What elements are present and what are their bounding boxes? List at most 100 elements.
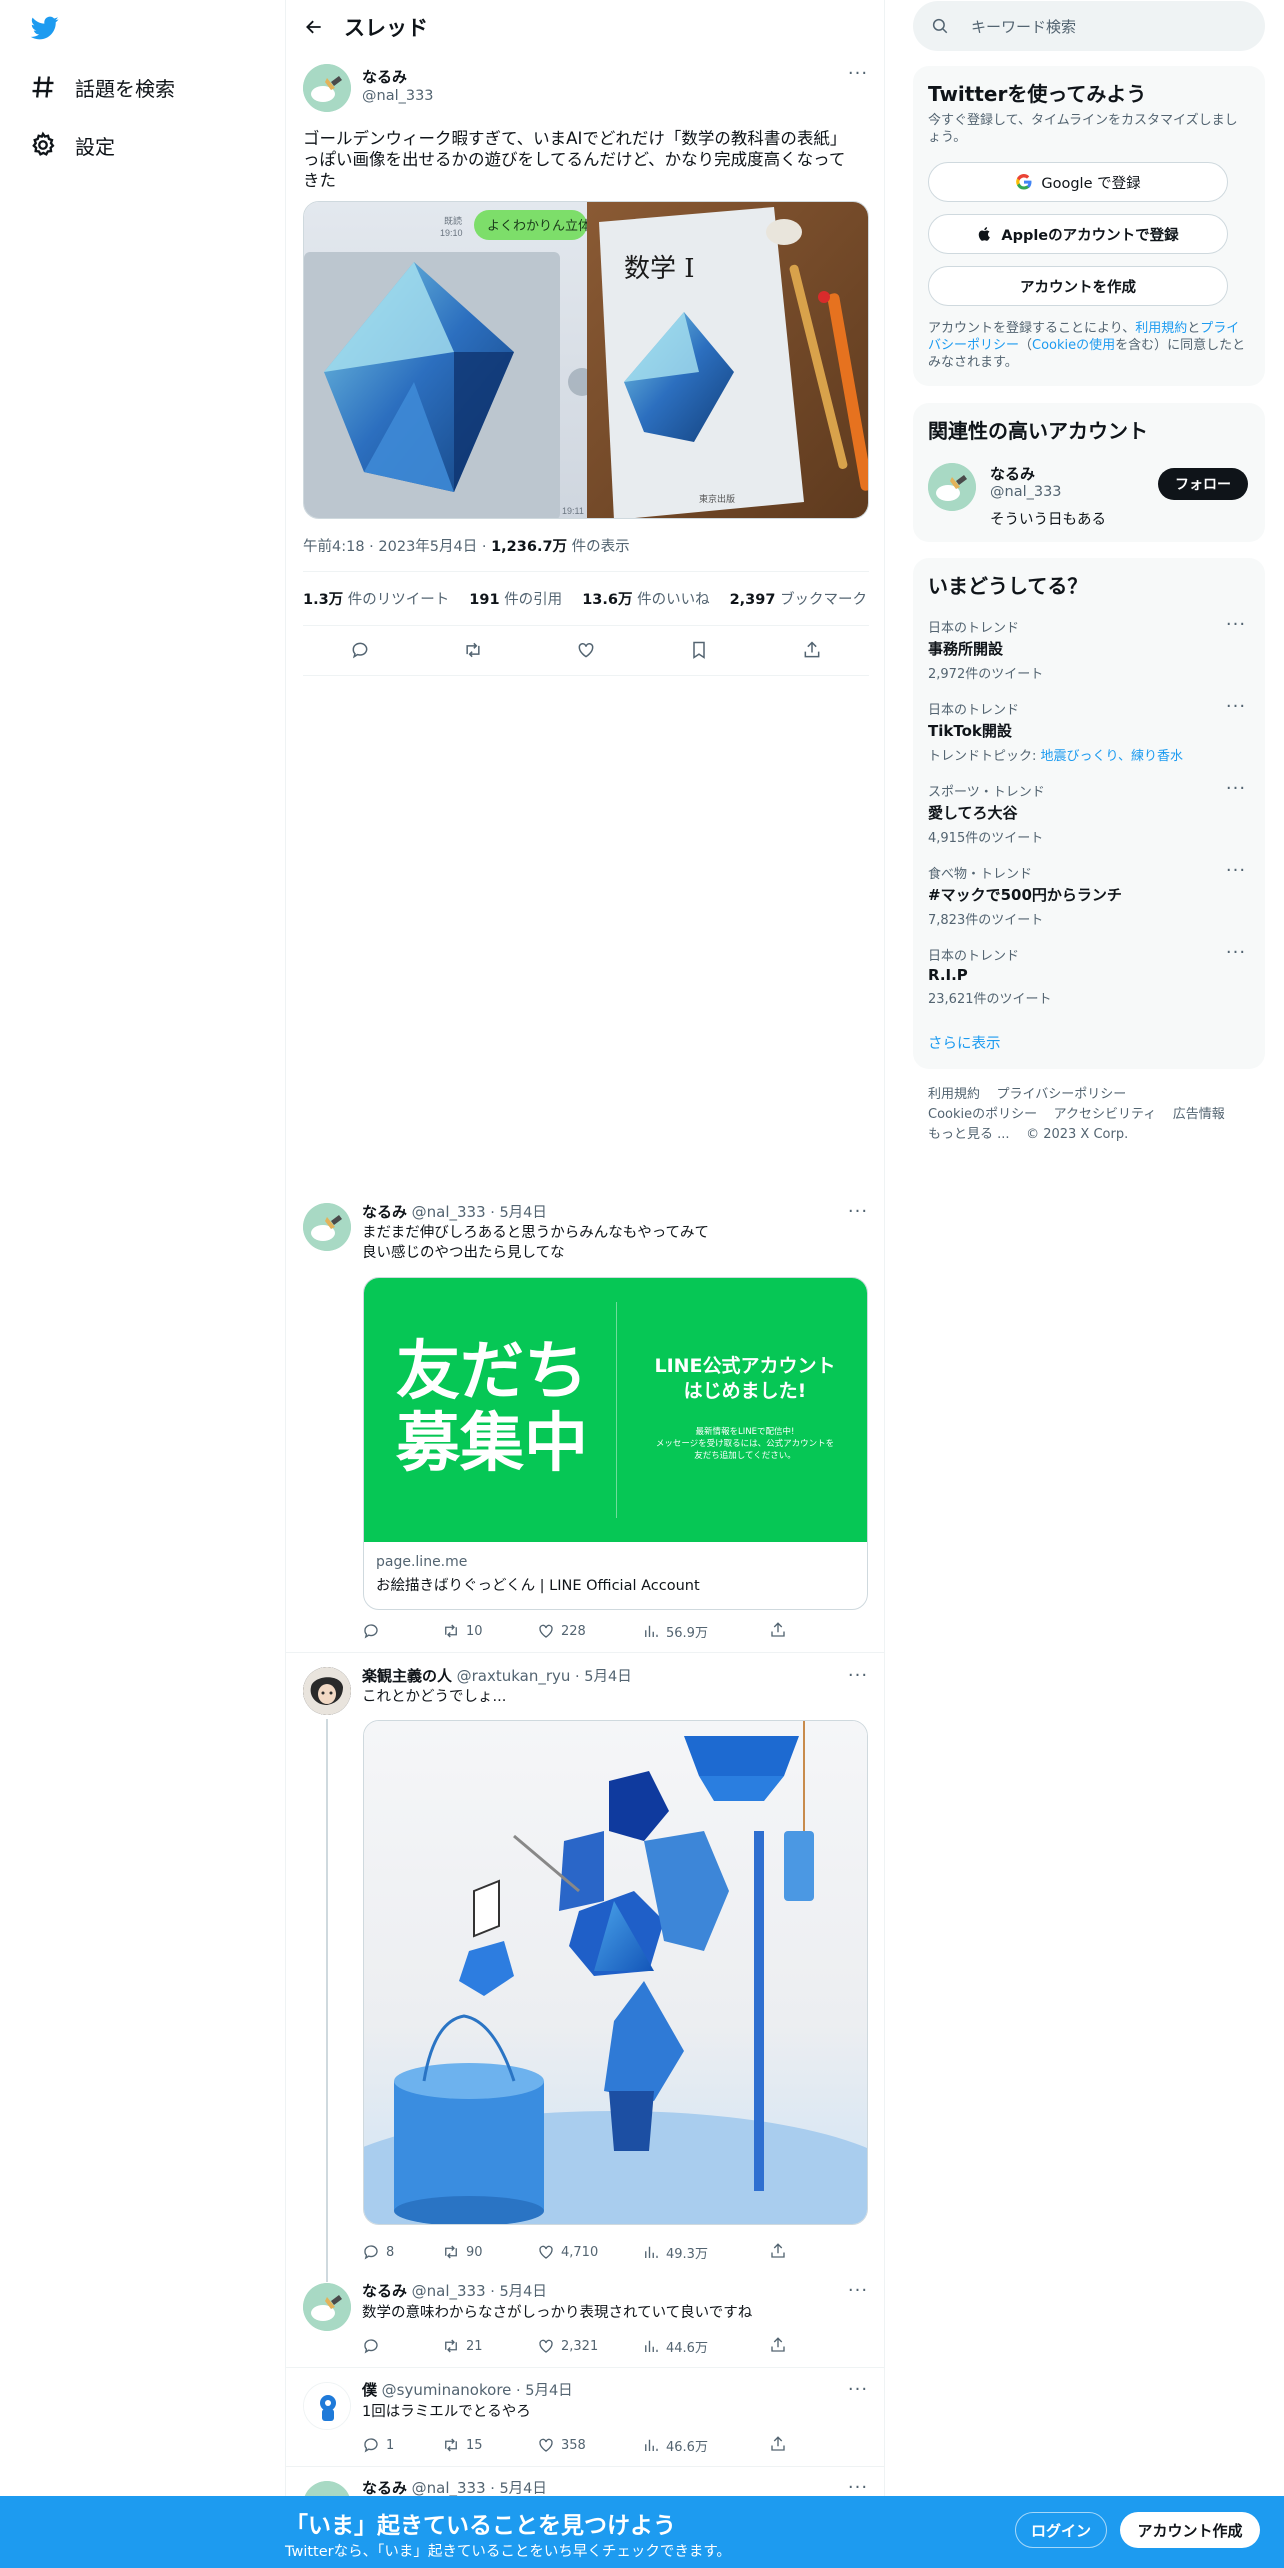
trend-item[interactable]: スポーツ・トレンド 愛してろ大谷 4,915件のツイート ···	[928, 780, 1248, 847]
divider	[303, 625, 869, 626]
terms-link[interactable]: 利用規約	[1135, 321, 1187, 336]
create-account-button[interactable]: アカウントを作成	[928, 266, 1228, 306]
relevant-name[interactable]: なるみ	[990, 463, 1035, 484]
footer-privacy-link[interactable]: プライバシーポリシー	[997, 1087, 1127, 1102]
trend-item[interactable]: 日本のトレンド R.I.P 23,621件のツイート ···	[928, 944, 1248, 1008]
reply-author-name[interactable]: 楽観主義の人	[362, 1667, 452, 1685]
link-card[interactable]: 友だち 募集中 LINE公式アカウント はじめました! 最新情報をLINEで配信…	[363, 1277, 868, 1610]
footer-ads-link[interactable]: 広告情報	[1173, 1107, 1225, 1122]
follow-button[interactable]: フォロー	[1158, 468, 1248, 500]
tweet-media[interactable]: よくわかりん立体 既読 19:10 19:11 数学 I 東京出版	[303, 201, 869, 519]
reply-date[interactable]: 5月4日	[525, 2383, 572, 2399]
reply-date[interactable]: 5月4日	[499, 2284, 546, 2300]
reply-author-name[interactable]: なるみ	[362, 2282, 407, 2300]
retweet-button[interactable]: 90	[442, 2243, 537, 2261]
search-input[interactable]: キーワード検索	[913, 1, 1265, 51]
quotes-stat[interactable]: 191 件の引用	[469, 588, 562, 609]
like-button[interactable]: 2,321	[537, 2337, 642, 2355]
trend-item[interactable]: 食べ物・トレンド #マックで500円からランチ 7,823件のツイート ···	[928, 862, 1248, 929]
more-options-icon[interactable]: ···	[846, 2282, 870, 2305]
more-options-icon[interactable]: ···	[846, 2381, 870, 2404]
reply-date[interactable]: 5月4日	[499, 2481, 546, 2497]
tweet-date[interactable]: 2023年5月4日	[378, 539, 477, 555]
reply-button[interactable]	[362, 1622, 442, 1640]
like-button[interactable]: 358	[537, 2436, 642, 2454]
footer-more-link[interactable]: もっと見る ...	[928, 1127, 1010, 1142]
likes-stat[interactable]: 13.6万 件のいいね	[582, 588, 709, 609]
share-icon[interactable]	[769, 2336, 787, 2354]
apple-signup-button[interactable]: Appleのアカウントで登録	[928, 214, 1228, 254]
trend-item[interactable]: 日本のトレンド TikTok開設 トレンドトピック: 地震びっくり、練り香水 ·…	[928, 698, 1248, 765]
show-more-link[interactable]: さらに表示	[928, 1032, 1001, 1053]
retweet-icon[interactable]	[463, 640, 483, 660]
like-button[interactable]: 228	[537, 1622, 642, 1640]
more-options-icon[interactable]: ···	[1224, 616, 1248, 639]
footer-terms-link[interactable]: 利用規約	[928, 1087, 980, 1102]
twitter-logo-icon[interactable]	[29, 14, 61, 42]
more-options-icon[interactable]: ···	[1224, 698, 1248, 721]
reply-author-handle[interactable]: @syuminanokore	[382, 2381, 512, 2399]
reply-icon[interactable]	[350, 640, 370, 660]
more-options-icon[interactable]: ···	[846, 65, 870, 88]
avatar[interactable]	[303, 2382, 351, 2430]
avatar[interactable]	[303, 64, 351, 112]
views-button[interactable]: 56.9万	[642, 1622, 762, 1641]
reply-author-handle[interactable]: @nal_333	[412, 2282, 486, 2300]
avatar[interactable]	[303, 1203, 351, 1251]
trend-topic-link[interactable]: 地震びっくり、練り香水	[1041, 749, 1183, 764]
share-icon[interactable]	[769, 2435, 787, 2453]
reply-author-name[interactable]: なるみ	[362, 1203, 407, 1221]
avatar[interactable]	[928, 463, 976, 511]
signup-button[interactable]: アカウント作成	[1120, 2512, 1260, 2548]
reply-icon	[364, 1624, 378, 1639]
tweet-text-line: ゴールデンウィーク暇すぎて、いまAIでどれだけ「数学の教科書の表紙」	[303, 129, 847, 148]
cookie-link[interactable]: Cookieの使用	[1032, 338, 1115, 353]
more-options-icon[interactable]: ···	[1224, 944, 1248, 967]
author-name[interactable]: なるみ	[362, 66, 407, 87]
more-options-icon[interactable]: ···	[1224, 780, 1248, 803]
relevant-handle[interactable]: @nal_333	[990, 484, 1062, 500]
bookmarks-stat[interactable]: 2,397 ブックマーク	[730, 588, 867, 609]
share-icon[interactable]	[802, 640, 822, 660]
avatar[interactable]	[303, 1667, 351, 1715]
views-button[interactable]: 49.3万	[642, 2243, 762, 2262]
retweet-button[interactable]: 21	[442, 2337, 537, 2355]
more-options-icon[interactable]: ···	[846, 1667, 870, 1690]
footer-accessibility-link[interactable]: アクセシビリティ	[1054, 1107, 1157, 1122]
back-arrow-icon[interactable]	[286, 17, 342, 37]
views-button[interactable]: 44.6万	[642, 2337, 762, 2356]
retweet-button[interactable]: 15	[442, 2436, 537, 2454]
nav-explore[interactable]: 話題を検索	[29, 65, 175, 109]
views-button[interactable]: 46.6万	[642, 2436, 762, 2455]
reply-date[interactable]: 5月4日	[499, 1205, 546, 1221]
reply-author-name[interactable]: 僕	[362, 2381, 377, 2399]
tweet-time[interactable]: 午前4:18	[303, 539, 365, 555]
reply-date[interactable]: 5月4日	[584, 1669, 631, 1685]
reply-button[interactable]: 8	[362, 2243, 442, 2261]
like-icon[interactable]	[576, 640, 596, 660]
bookmark-icon[interactable]	[689, 640, 709, 660]
nav-settings-label: 設定	[75, 134, 115, 159]
center-column: スレッド なるみ @nal_333 ··· ゴールデンウィーク暇すぎて、いまAI…	[285, 0, 885, 2568]
login-button[interactable]: ログイン	[1015, 2512, 1107, 2548]
google-signup-button[interactable]: Google で登録	[928, 162, 1228, 202]
share-icon[interactable]	[769, 2242, 787, 2260]
reply-media[interactable]	[363, 1720, 868, 2225]
retweet-button[interactable]: 10	[442, 1622, 537, 1640]
share-icon[interactable]	[769, 1621, 787, 1639]
author-handle[interactable]: @nal_333	[362, 88, 434, 104]
more-options-icon[interactable]: ···	[846, 1203, 870, 1226]
like-button[interactable]: 4,710	[537, 2243, 642, 2261]
reply-author-handle[interactable]: @nal_333	[412, 1203, 486, 1221]
avatar[interactable]	[303, 2283, 351, 2331]
reply-button[interactable]	[362, 2337, 442, 2355]
nav-settings[interactable]: 設定	[29, 123, 115, 167]
more-options-icon[interactable]: ···	[1224, 862, 1248, 885]
retweets-stat[interactable]: 1.3万 件のリツイート	[303, 588, 449, 609]
reply-button[interactable]: 1	[362, 2436, 442, 2454]
reply-author-name[interactable]: なるみ	[362, 2479, 407, 2497]
reply-author-handle[interactable]: @raxtukan_ryu	[457, 1667, 571, 1685]
reply-author-handle[interactable]: @nal_333	[412, 2479, 486, 2497]
footer-cookie-link[interactable]: Cookieのポリシー	[928, 1107, 1037, 1122]
trend-item[interactable]: 日本のトレンド 事務所開設 2,972件のツイート ···	[928, 616, 1248, 683]
